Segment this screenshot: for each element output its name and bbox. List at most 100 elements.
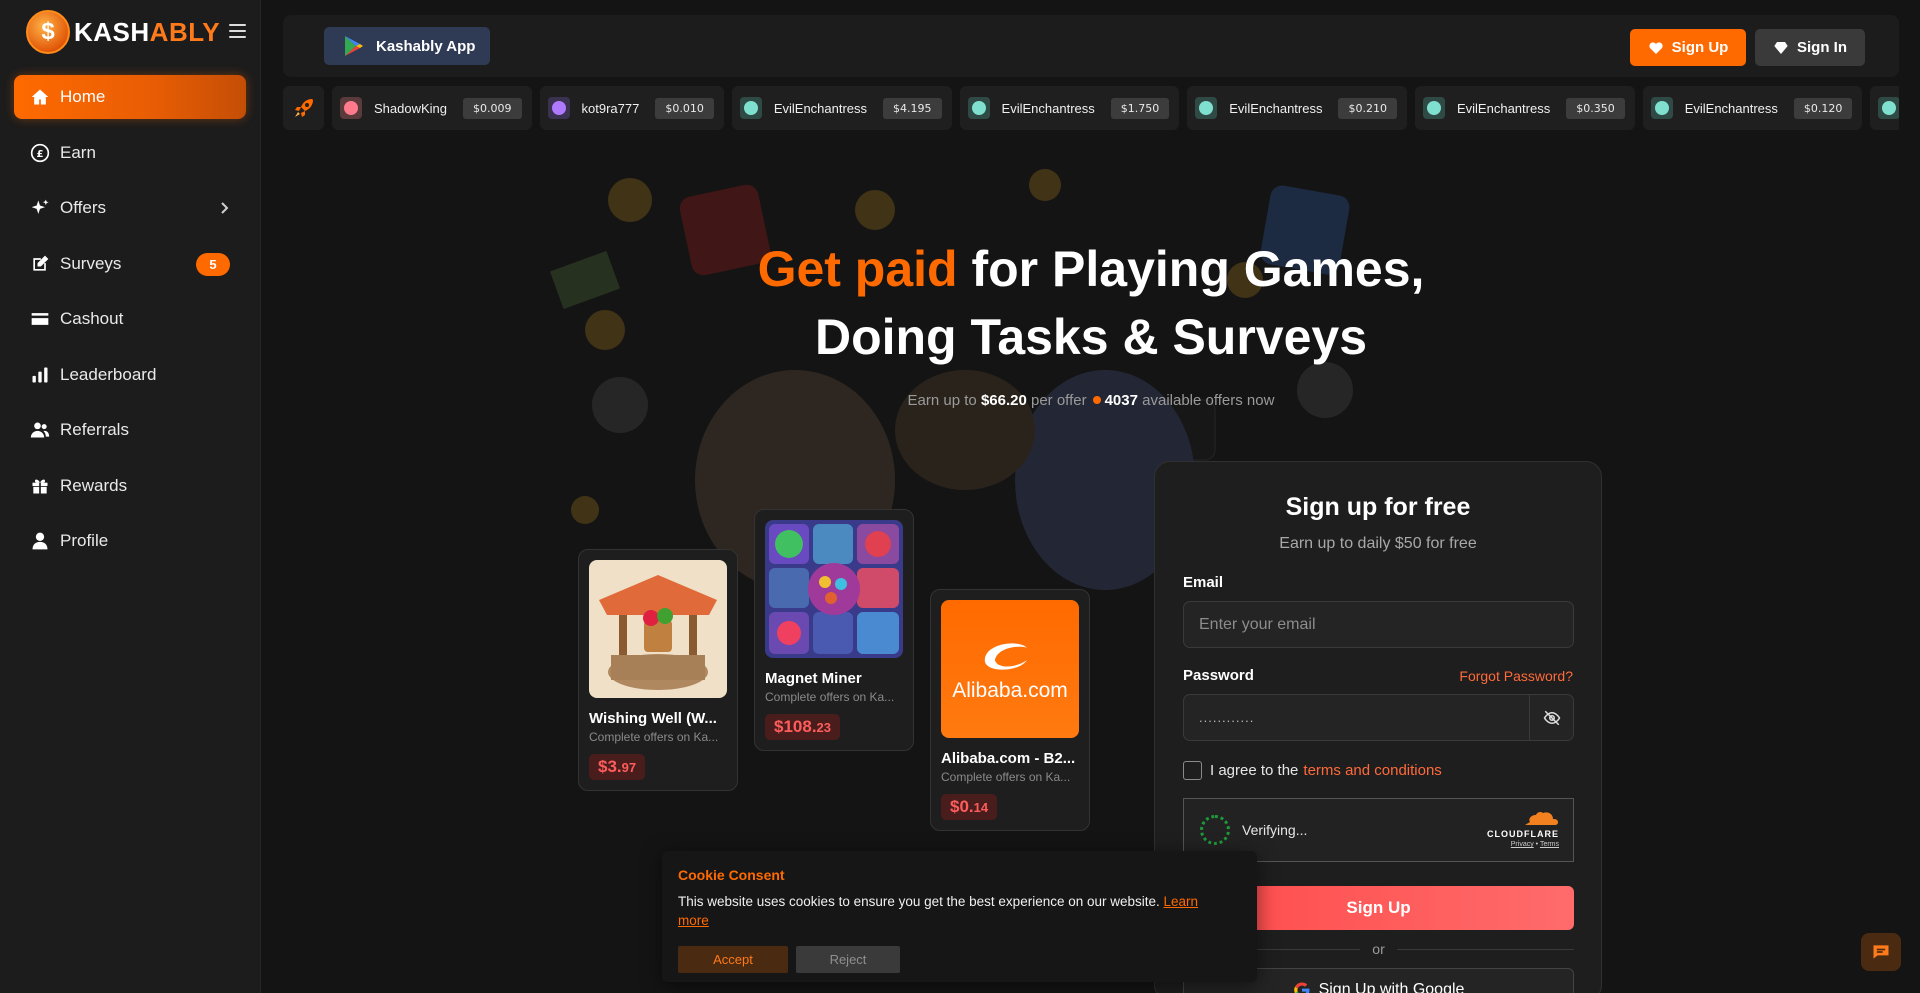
offer-price: $3.97 — [589, 754, 646, 780]
offer-image — [765, 520, 903, 658]
sidebar-nav: Home £ Earn Offers Surveys 5 Cashout Lea… — [14, 75, 246, 575]
email-field[interactable] — [1183, 601, 1574, 648]
ticker-item[interactable]: EvilEnchantress $0.210 — [1187, 86, 1407, 130]
ticker-amount: $1.750 — [1110, 97, 1170, 119]
ticker-amount: $0.210 — [1338, 97, 1397, 119]
sidebar-item-rewards[interactable]: Rewards — [14, 464, 246, 508]
alibaba-logo: Alibaba.com — [941, 600, 1079, 738]
svg-text:£: £ — [37, 148, 44, 159]
header-signup-button[interactable]: Sign Up — [1630, 29, 1746, 66]
password-field[interactable] — [1183, 694, 1530, 741]
cloudflare-links: Privacy • Terms — [1510, 841, 1559, 848]
ticker-username: ShadowKing — [374, 100, 447, 116]
user-avatar — [739, 97, 762, 119]
header-signin-button[interactable]: Sign In — [1755, 29, 1865, 66]
loading-spinner-icon — [1200, 815, 1230, 845]
logo-text-part2: ABLY — [149, 16, 221, 47]
cloudflare-wordmark: CLOUDFLARE — [1487, 829, 1559, 839]
sidebar-item-leaderboard[interactable]: Leaderboard — [14, 353, 246, 397]
cookie-message: This website uses cookies to ensure you … — [678, 894, 1164, 909]
ticker-item[interactable]: kot9ra777 $0.010 — [539, 86, 724, 130]
sidebar-item-label: Offers — [60, 198, 106, 217]
google-play-icon — [345, 36, 363, 56]
ticker-item[interactable]: EvilEnchantress $0.120 — [1642, 86, 1863, 130]
offer-price-main: $0. — [950, 797, 974, 816]
user-avatar — [340, 97, 362, 119]
top-header: Kashably App Sign Up Sign In — [283, 15, 1899, 77]
sidebar-item-earn[interactable]: £ Earn — [14, 131, 246, 175]
user-avatar — [967, 97, 990, 119]
sidebar-item-home[interactable]: Home — [14, 75, 246, 119]
terms-checkbox[interactable] — [1183, 761, 1202, 780]
offer-price-main: $108. — [774, 717, 817, 736]
gift-icon — [30, 476, 50, 496]
user-avatar — [1650, 97, 1673, 119]
cookie-consent-banner: Cookie Consent This website uses cookies… — [662, 851, 1257, 982]
header-signup-label: Sign Up — [1671, 39, 1729, 56]
ticker-username: kot9ra777 — [581, 100, 640, 116]
heart-icon — [1649, 41, 1663, 54]
offer-price-cents: 23 — [816, 720, 832, 735]
ticker-item[interactable]: EvilEnchantress $0.350 — [1414, 86, 1635, 130]
hero-sub-suffix: available offers now — [1137, 392, 1275, 409]
hero-sub-amount: $66.20 — [980, 392, 1027, 409]
user-avatar — [1195, 97, 1218, 119]
offer-card[interactable]: Alibaba.com Alibaba.com - B2... Complete… — [930, 589, 1090, 831]
sidebar: $ KASHABLY Home £ Earn Offers Surveys 5 … — [0, 0, 261, 993]
home-icon — [30, 87, 50, 107]
forgot-password-link[interactable]: Forgot Password? — [1459, 668, 1573, 684]
sidebar-item-cashout[interactable]: Cashout — [14, 297, 246, 341]
offer-card[interactable]: Wishing Well (W... Complete offers on Ka… — [578, 549, 738, 791]
offer-title: Wishing Well (W... — [589, 710, 717, 727]
sidebar-item-referrals[interactable]: Referrals — [14, 408, 246, 452]
offer-price-main: $3. — [598, 757, 622, 776]
offer-image — [589, 560, 727, 698]
sidebar-item-profile[interactable]: Profile — [14, 519, 246, 563]
logo-text: KASHABLY — [74, 17, 220, 48]
sidebar-item-surveys[interactable]: Surveys 5 — [14, 242, 246, 286]
ticker-amount: $0.350 — [1566, 97, 1625, 119]
terms-agreement: I agree to the terms and conditions — [1183, 761, 1442, 780]
logo[interactable]: $ KASHABLY — [26, 10, 220, 54]
ticker-amount: $0.010 — [655, 97, 714, 119]
terms-link[interactable]: terms and conditions — [1303, 762, 1441, 779]
ticker-item[interactable]: ShadowKing $0.009 — [332, 86, 532, 130]
user-avatar — [1422, 97, 1445, 119]
cloudflare-logo: CLOUDFLARE Privacy • Terms — [1487, 810, 1559, 848]
toggle-password-visibility-button[interactable] — [1529, 694, 1574, 741]
cookie-reject-button[interactable]: Reject — [796, 946, 900, 973]
cloudflare-terms-link[interactable]: Terms — [1540, 841, 1559, 848]
hero-sub-prefix: Earn up to — [907, 392, 981, 409]
google-icon — [1293, 982, 1310, 993]
ticker-item[interactable]: EvilEnchantress $4.195 — [731, 86, 952, 130]
offer-card[interactable]: Magnet Miner Complete offers on Ka... $1… — [754, 509, 914, 751]
user-icon — [30, 531, 50, 551]
sidebar-item-offers[interactable]: Offers — [14, 186, 246, 230]
offer-price: $108.23 — [765, 714, 841, 740]
hero-title-highlight: Get paid — [757, 241, 958, 297]
user-avatar — [547, 97, 570, 119]
offer-description: Complete offers on Ka... — [589, 730, 719, 744]
chat-widget-button[interactable] — [1861, 933, 1901, 971]
ticker-amount: $0.120 — [1793, 97, 1853, 119]
cookie-accept-button[interactable]: Accept — [678, 946, 788, 973]
cookie-title: Cookie Consent — [678, 867, 785, 883]
hero-title-line2: Doing Tasks & Surveys — [814, 309, 1368, 365]
logo-text-part1: KASH — [74, 16, 150, 47]
app-button-label: Kashably App — [376, 37, 476, 55]
hero-sub-mid: per offer — [1026, 392, 1087, 409]
sidebar-item-label: Profile — [60, 531, 109, 550]
cloudflare-privacy-link[interactable]: Privacy — [1511, 841, 1534, 848]
cloud-icon — [1525, 811, 1559, 825]
hero-title-rest: for Playing Games, — [957, 241, 1425, 297]
password-label: Password — [1183, 667, 1254, 684]
sidebar-item-label: Earn — [60, 142, 96, 162]
kashably-app-button[interactable]: Kashably App — [324, 27, 490, 65]
menu-toggle-icon[interactable] — [229, 24, 246, 38]
ticker-username: EvilEnchantress — [1229, 100, 1323, 116]
rocket-icon — [283, 86, 324, 130]
ticker-item[interactable]: EvilEnchantress $1.750 — [959, 86, 1180, 130]
ticker-item[interactable] — [1870, 86, 1899, 130]
or-text: or — [1372, 941, 1385, 957]
ticker-username: EvilEnchantress — [773, 100, 868, 116]
